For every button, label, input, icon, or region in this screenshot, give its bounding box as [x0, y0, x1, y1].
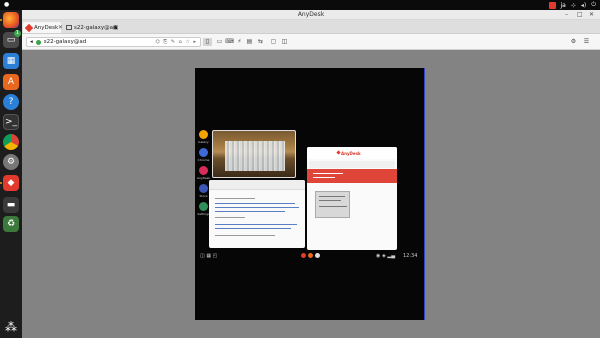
app-banner [307, 169, 397, 183]
verified-icon [35, 39, 41, 45]
text-line [215, 217, 245, 218]
running-indicator [0, 19, 2, 21]
address-input[interactable]: ◂ s22-galaxy@ad ⌬ ⎘ ✎ ⌂ ☆ ▸ [26, 37, 201, 47]
anydesk-tray-icon[interactable] [548, 1, 556, 9]
edge-app-label: Galaxy [198, 140, 209, 144]
keyboard-icon[interactable]: ⌨ [225, 38, 234, 46]
input-language[interactable]: ja [561, 2, 566, 9]
chat-icon[interactable]: ▤ [245, 38, 254, 46]
edge-app-icon[interactable] [199, 166, 208, 175]
text-line [215, 203, 295, 204]
text-line [215, 224, 297, 225]
anydesk-icon[interactable]: ◆ [3, 175, 19, 191]
edge-app-icon[interactable] [199, 148, 208, 157]
minimize-icon[interactable]: – [565, 11, 568, 18]
edge-app-icon[interactable] [199, 130, 208, 139]
fit-view-icon[interactable]: ▯ [203, 38, 212, 46]
running-indicator [0, 182, 2, 184]
actions-icon[interactable]: ⚡ [235, 38, 244, 46]
text-line [215, 211, 285, 212]
monitor-icon [66, 25, 72, 30]
taskbar-app-icon[interactable] [301, 253, 306, 258]
app-header: AnyDesk [307, 147, 397, 159]
text-line [319, 206, 347, 207]
back-icon[interactable]: ◂ [30, 39, 33, 45]
app-center-icon[interactable]: A [3, 74, 19, 90]
anydesk-app-card[interactable]: AnyDesk [307, 147, 397, 250]
nav-icons[interactable]: ◫ ▦ ◰ [200, 253, 217, 259]
address-text: s22-galaxy@ad [43, 39, 87, 45]
address-field[interactable] [309, 161, 395, 168]
dock: ▭ 1 ▦ A ? >_ ⚙ ◆ ▬ ♻ ⁂ [0, 10, 22, 338]
text-line [319, 200, 341, 201]
document-toolbar [209, 180, 305, 190]
usb-drive-icon[interactable]: ▬ [3, 197, 19, 213]
desktop: ● ja ⊹ ◂) ⏻ ▭ 1 ▦ A ? >_ ⚙ ◆ ▬ ♻ ⁂ AnyDes… [0, 0, 600, 338]
volume-icon[interactable]: ◂) [581, 2, 586, 9]
system-tray[interactable]: ja ⊹ ◂) ⏻ [548, 1, 596, 9]
document-card[interactable] [209, 180, 305, 248]
banner-text-line [313, 177, 335, 178]
anydesk-logo-icon [24, 23, 34, 32]
menu-icon[interactable]: ☰ [582, 38, 591, 46]
display-icon[interactable]: ▭ [215, 38, 224, 46]
store-icon[interactable]: ▦ [3, 53, 19, 69]
window-title: AnyDesk [297, 11, 325, 18]
transfer-icon[interactable]: ⇆ [256, 38, 265, 46]
waterfall-image [225, 141, 285, 171]
network-icon[interactable]: ⊹ [571, 2, 576, 9]
address-actions-icon[interactable]: ⌬ ⎘ ✎ ⌂ ☆ ▸ [155, 39, 197, 45]
anydesk-logo-icon [336, 150, 341, 155]
status-icons: ◉ ◈ ▂▄ [376, 253, 396, 259]
show-apps-icon[interactable]: ⁂ [3, 319, 19, 335]
chrome-icon[interactable] [3, 134, 19, 150]
session-thumbnail[interactable] [315, 191, 350, 218]
edge-app-icon[interactable] [199, 184, 208, 193]
record-icon[interactable]: ▢ [269, 38, 278, 46]
text-line [215, 207, 299, 208]
activities-button[interactable]: ● [4, 1, 9, 8]
window-titlebar[interactable]: AnyDesk – □ ✕ [22, 10, 600, 20]
screenshot-icon[interactable]: ◫ [280, 38, 289, 46]
new-tab-icon[interactable]: ▣ [110, 22, 121, 33]
terminal-icon[interactable]: >_ [3, 114, 19, 130]
address-bar: ◂ s22-galaxy@ad ⌬ ⎘ ✎ ⌂ ☆ ▸ ▯ ▭ ⌨ ⚡ ▤ ⇆ … [22, 34, 600, 50]
android-taskbar: ◫ ▦ ◰ ◉ ◈ ▂▄ 12:34 [198, 251, 422, 261]
files-icon[interactable]: ▭ 1 [3, 30, 21, 48]
taskbar-app-icon[interactable] [308, 253, 313, 258]
edge-app-icon[interactable] [199, 202, 208, 211]
trash-icon[interactable]: ♻ [3, 216, 19, 232]
firefox-icon[interactable] [3, 12, 19, 28]
text-line [215, 235, 275, 236]
tab-bar: AnyDesk ✕ s22-galaxy@ad ▣ [22, 20, 600, 34]
power-icon[interactable]: ⏻ [591, 1, 596, 9]
help-icon[interactable]: ? [3, 94, 19, 110]
text-line [215, 198, 255, 199]
settings-icon[interactable]: ⚙ [3, 154, 19, 170]
notification-badge: 1 [14, 30, 21, 37]
gallery-card[interactable] [212, 130, 296, 178]
maximize-icon[interactable]: □ [577, 11, 583, 18]
edge-app-label: Chrome [197, 158, 210, 162]
close-icon[interactable]: ✕ [589, 11, 594, 18]
status-time: 12:34 [403, 253, 418, 259]
text-line [319, 196, 345, 197]
text-line [215, 228, 291, 229]
session-settings-icon[interactable]: ⚙ [569, 38, 578, 46]
top-bar: ● ja ⊹ ◂) ⏻ [0, 0, 600, 10]
taskbar-app-icon[interactable] [315, 253, 320, 258]
app-brand: AnyDesk [341, 151, 361, 156]
banner-text-line [313, 173, 343, 174]
